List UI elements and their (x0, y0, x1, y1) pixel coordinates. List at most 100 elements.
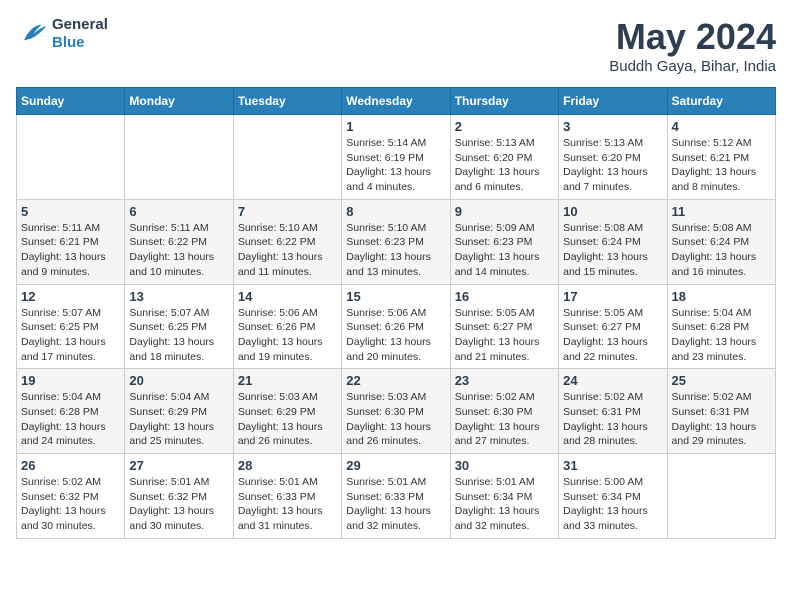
calendar-cell: 1 Sunrise: 5:14 AMSunset: 6:19 PMDaylight… (342, 115, 450, 200)
day-info: Sunrise: 5:13 AMSunset: 6:20 PMDaylight:… (563, 136, 662, 195)
day-number: 7 (238, 204, 337, 219)
month-title: May 2024 (609, 16, 776, 58)
calendar-table: SundayMondayTuesdayWednesdayThursdayFrid… (16, 87, 776, 539)
calendar-cell: 3Sunrise: 5:13 AMSunset: 6:20 PMDaylight… (559, 115, 667, 200)
calendar-cell: 29 Sunrise: 5:01 AMSunset: 6:33 PMDayligh… (342, 454, 450, 539)
day-number: 16 (455, 289, 554, 304)
day-info: Sunrise: 5:11 AMSunset: 6:21 PMDaylight:… (21, 221, 120, 280)
day-info: Sunrise: 5:01 AMSunset: 6:33 PMDaylight:… (346, 475, 445, 534)
calendar-cell: 10 Sunrise: 5:08 AMSunset: 6:24 PMDayligh… (559, 199, 667, 284)
page-header: General Blue May 2024 Buddh Gaya, Bihar,… (16, 16, 776, 75)
calendar-cell: 5 Sunrise: 5:11 AMSunset: 6:21 PMDaylight… (17, 199, 125, 284)
weekday-header-sunday: Sunday (17, 88, 125, 115)
day-info: Sunrise: 5:04 AMSunset: 6:29 PMDaylight:… (129, 390, 228, 449)
day-number: 31 (563, 458, 662, 473)
calendar-cell: 23 Sunrise: 5:02 AMSunset: 6:30 PMDayligh… (450, 369, 558, 454)
calendar-cell: 28 Sunrise: 5:01 AMSunset: 6:33 PMDayligh… (233, 454, 341, 539)
day-number: 18 (672, 289, 771, 304)
calendar-cell: 9Sunrise: 5:09 AMSunset: 6:23 PMDaylight… (450, 199, 558, 284)
day-info: Sunrise: 5:02 AMSunset: 6:31 PMDaylight:… (563, 390, 662, 449)
day-number: 17 (563, 289, 662, 304)
weekday-header-monday: Monday (125, 88, 233, 115)
day-number: 30 (455, 458, 554, 473)
calendar-cell: 19Sunrise: 5:04 AMSunset: 6:28 PMDayligh… (17, 369, 125, 454)
day-info: Sunrise: 5:08 AMSunset: 6:24 PMDaylight:… (672, 221, 771, 280)
logo-text-line2: Blue (52, 34, 108, 52)
day-info: Sunrise: 5:02 AMSunset: 6:31 PMDaylight:… (672, 390, 771, 449)
calendar-cell: 25 Sunrise: 5:02 AMSunset: 6:31 PMDayligh… (667, 369, 775, 454)
day-number: 11 (672, 204, 771, 219)
day-info: Sunrise: 5:02 AMSunset: 6:30 PMDaylight:… (455, 390, 554, 449)
day-number: 27 (129, 458, 228, 473)
day-info: Sunrise: 5:03 AMSunset: 6:30 PMDaylight:… (346, 390, 445, 449)
weekday-header-thursday: Thursday (450, 88, 558, 115)
day-number: 5 (21, 204, 120, 219)
day-number: 14 (238, 289, 337, 304)
day-number: 22 (346, 373, 445, 388)
day-number: 25 (672, 373, 771, 388)
weekday-header-friday: Friday (559, 88, 667, 115)
logo: General Blue (16, 16, 108, 52)
day-info: Sunrise: 5:14 AMSunset: 6:19 PMDaylight:… (346, 136, 445, 195)
calendar-cell: 20 Sunrise: 5:04 AMSunset: 6:29 PMDayligh… (125, 369, 233, 454)
calendar-cell: 17 Sunrise: 5:05 AMSunset: 6:27 PMDayligh… (559, 284, 667, 369)
calendar-cell: 6 Sunrise: 5:11 AMSunset: 6:22 PMDaylight… (125, 199, 233, 284)
calendar-cell: 26Sunrise: 5:02 AMSunset: 6:32 PMDayligh… (17, 454, 125, 539)
day-number: 8 (346, 204, 445, 219)
logo-bird-icon (16, 18, 48, 50)
day-info: Sunrise: 5:05 AMSunset: 6:27 PMDaylight:… (563, 306, 662, 365)
day-number: 4 (672, 119, 771, 134)
weekday-header-wednesday: Wednesday (342, 88, 450, 115)
calendar-cell: 31 Sunrise: 5:00 AMSunset: 6:34 PMDayligh… (559, 454, 667, 539)
day-number: 2 (455, 119, 554, 134)
day-number: 9 (455, 204, 554, 219)
day-info: Sunrise: 5:10 AMSunset: 6:23 PMDaylight:… (346, 221, 445, 280)
day-info: Sunrise: 5:04 AMSunset: 6:28 PMDaylight:… (672, 306, 771, 365)
day-number: 23 (455, 373, 554, 388)
weekday-header-row: SundayMondayTuesdayWednesdayThursdayFrid… (17, 88, 776, 115)
day-number: 21 (238, 373, 337, 388)
day-info: Sunrise: 5:06 AMSunset: 6:26 PMDaylight:… (238, 306, 337, 365)
day-info: Sunrise: 5:13 AMSunset: 6:20 PMDaylight:… (455, 136, 554, 195)
calendar-week-row: 5 Sunrise: 5:11 AMSunset: 6:21 PMDaylight… (17, 199, 776, 284)
calendar-cell (233, 115, 341, 200)
logo-text-line1: General (52, 16, 108, 34)
calendar-week-row: 12 Sunrise: 5:07 AMSunset: 6:25 PMDayligh… (17, 284, 776, 369)
calendar-cell: 21Sunrise: 5:03 AMSunset: 6:29 PMDayligh… (233, 369, 341, 454)
location-subtitle: Buddh Gaya, Bihar, India (609, 58, 776, 75)
calendar-cell: 15 Sunrise: 5:06 AMSunset: 6:26 PMDayligh… (342, 284, 450, 369)
day-info: Sunrise: 5:01 AMSunset: 6:32 PMDaylight:… (129, 475, 228, 534)
day-info: Sunrise: 5:01 AMSunset: 6:33 PMDaylight:… (238, 475, 337, 534)
calendar-cell: 2 Sunrise: 5:13 AMSunset: 6:20 PMDaylight… (450, 115, 558, 200)
calendar-cell: 16Sunrise: 5:05 AMSunset: 6:27 PMDayligh… (450, 284, 558, 369)
day-info: Sunrise: 5:08 AMSunset: 6:24 PMDaylight:… (563, 221, 662, 280)
day-info: Sunrise: 5:04 AMSunset: 6:28 PMDaylight:… (21, 390, 120, 449)
title-block: May 2024 Buddh Gaya, Bihar, India (609, 16, 776, 75)
calendar-cell: 24Sunrise: 5:02 AMSunset: 6:31 PMDayligh… (559, 369, 667, 454)
day-number: 28 (238, 458, 337, 473)
calendar-cell (667, 454, 775, 539)
day-number: 12 (21, 289, 120, 304)
day-number: 15 (346, 289, 445, 304)
day-info: Sunrise: 5:00 AMSunset: 6:34 PMDaylight:… (563, 475, 662, 534)
day-number: 20 (129, 373, 228, 388)
day-info: Sunrise: 5:06 AMSunset: 6:26 PMDaylight:… (346, 306, 445, 365)
calendar-cell: 14 Sunrise: 5:06 AMSunset: 6:26 PMDayligh… (233, 284, 341, 369)
calendar-cell (17, 115, 125, 200)
calendar-cell: 8 Sunrise: 5:10 AMSunset: 6:23 PMDaylight… (342, 199, 450, 284)
day-info: Sunrise: 5:02 AMSunset: 6:32 PMDaylight:… (21, 475, 120, 534)
day-info: Sunrise: 5:07 AMSunset: 6:25 PMDaylight:… (129, 306, 228, 365)
day-number: 10 (563, 204, 662, 219)
calendar-week-row: 1 Sunrise: 5:14 AMSunset: 6:19 PMDaylight… (17, 115, 776, 200)
calendar-cell: 22 Sunrise: 5:03 AMSunset: 6:30 PMDayligh… (342, 369, 450, 454)
day-info: Sunrise: 5:11 AMSunset: 6:22 PMDaylight:… (129, 221, 228, 280)
day-number: 1 (346, 119, 445, 134)
day-info: Sunrise: 5:01 AMSunset: 6:34 PMDaylight:… (455, 475, 554, 534)
day-number: 13 (129, 289, 228, 304)
day-number: 29 (346, 458, 445, 473)
day-number: 6 (129, 204, 228, 219)
calendar-cell (125, 115, 233, 200)
calendar-cell: 13 Sunrise: 5:07 AMSunset: 6:25 PMDayligh… (125, 284, 233, 369)
calendar-cell: 18 Sunrise: 5:04 AMSunset: 6:28 PMDayligh… (667, 284, 775, 369)
day-info: Sunrise: 5:12 AMSunset: 6:21 PMDaylight:… (672, 136, 771, 195)
